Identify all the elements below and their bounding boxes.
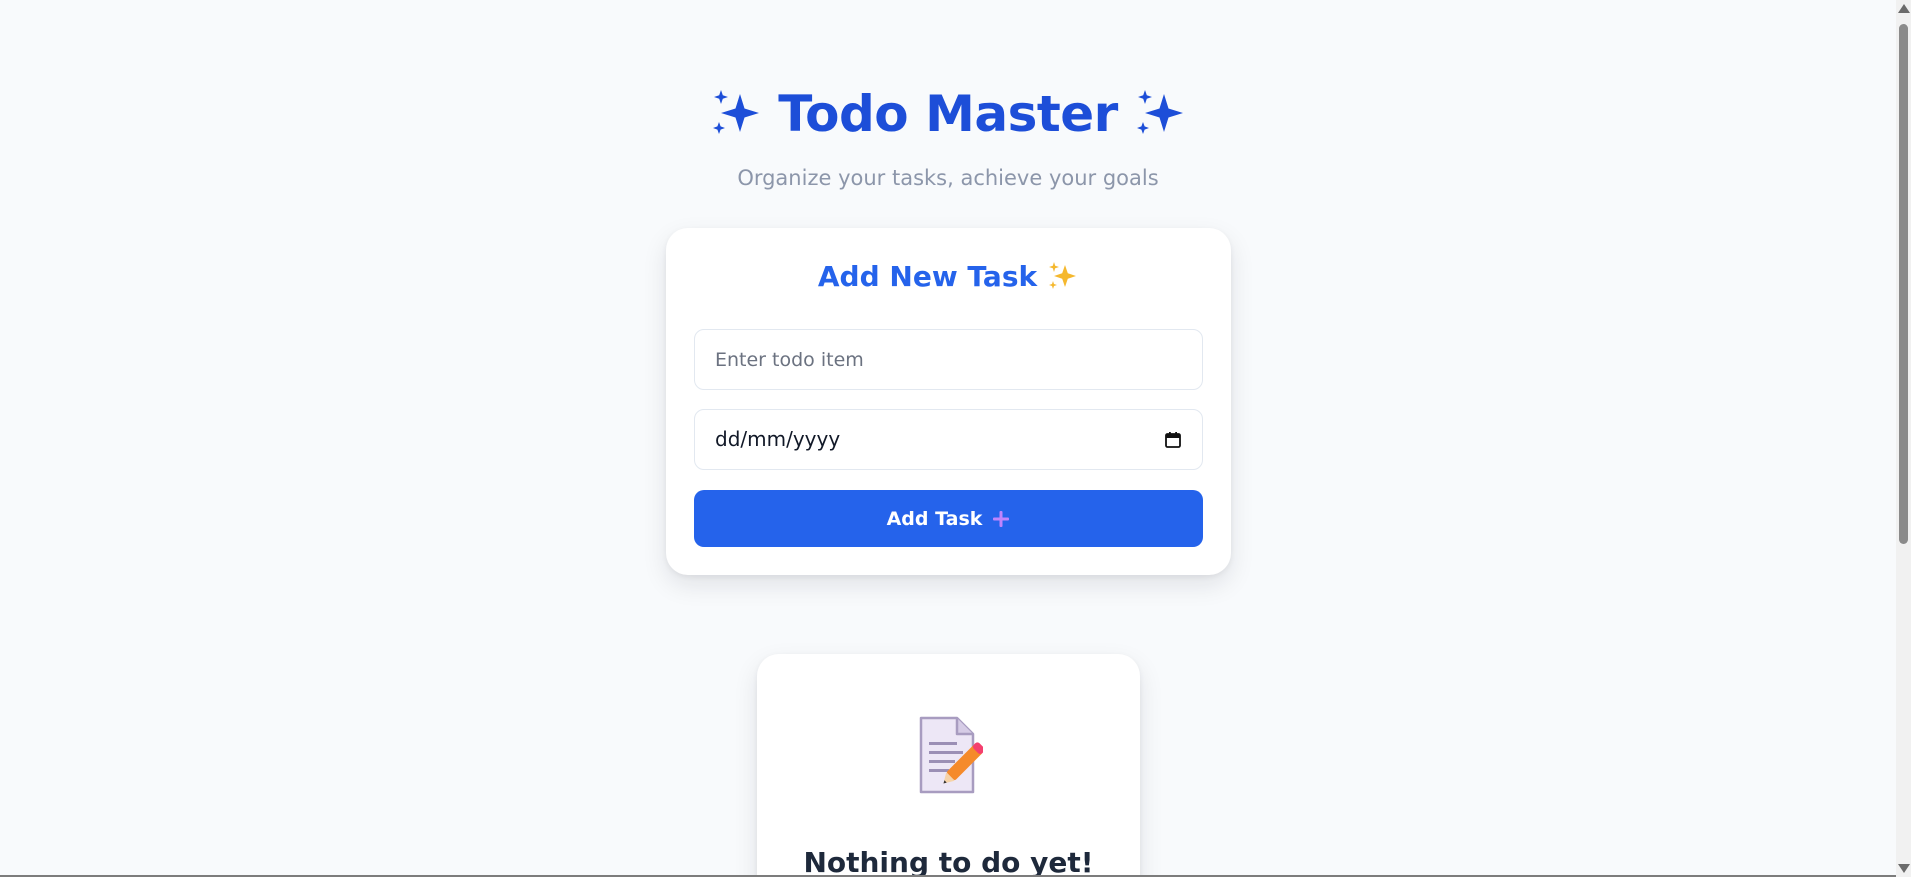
calendar-icon[interactable] — [1164, 431, 1182, 449]
vertical-scrollbar[interactable] — [1896, 0, 1911, 877]
scroll-down-arrow-icon[interactable] — [1898, 864, 1910, 873]
todo-input-wrapper — [694, 329, 1203, 390]
sparkles-icon — [1134, 88, 1186, 140]
page: Todo Master Organize your tasks, achieve… — [0, 0, 1911, 877]
scrollbar-thumb[interactable] — [1899, 24, 1908, 544]
add-task-button[interactable]: Add Task — [694, 490, 1203, 547]
page-subtitle: Organize your tasks, achieve your goals — [737, 166, 1159, 190]
add-task-card: Add New Task dd/mm/yyyy — [666, 228, 1231, 575]
sparkles-icon — [710, 88, 762, 140]
add-task-heading-text: Add New Task — [817, 259, 1038, 293]
date-input[interactable]: dd/mm/yyyy — [694, 409, 1203, 470]
sparkles-icon — [1047, 260, 1079, 292]
empty-state-title: Nothing to do yet! — [803, 846, 1094, 877]
scroll-up-arrow-icon[interactable] — [1898, 4, 1910, 13]
title-text: Todo Master — [778, 85, 1118, 143]
add-task-heading: Add New Task — [666, 256, 1231, 296]
add-task-button-label: Add Task — [886, 507, 983, 530]
page-title: Todo Master — [710, 78, 1186, 150]
date-placeholder: dd/mm/yyyy — [715, 427, 841, 451]
todo-input[interactable] — [695, 330, 1202, 389]
memo-pencil-icon — [915, 716, 985, 796]
empty-state-card: Nothing to do yet! — [757, 654, 1140, 877]
plus-icon — [992, 510, 1010, 528]
header: Todo Master Organize your tasks, achieve… — [0, 78, 1896, 190]
